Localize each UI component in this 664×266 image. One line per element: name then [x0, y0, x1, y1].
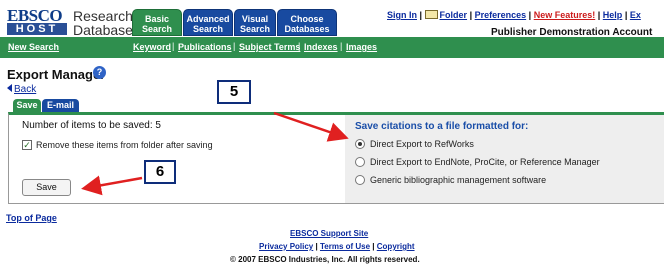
annotation-arrows — [81, 111, 349, 196]
copyright-text: © 2007 EBSCO Industries, Inc. All rights… — [230, 255, 420, 264]
support-site-link[interactable]: EBSCO Support Site — [290, 229, 368, 238]
arrow-to-refworks — [273, 111, 349, 142]
terms-of-use-link[interactable]: Terms of Use — [320, 242, 370, 251]
privacy-policy-link[interactable]: Privacy Policy — [259, 242, 313, 251]
arrow-to-save — [81, 175, 143, 196]
support-line: EBSCO Support Site — [290, 229, 368, 238]
copyright-link[interactable]: Copyright — [377, 242, 415, 251]
top-of-page-link[interactable]: Top of Page — [6, 213, 57, 223]
policy-line: Privacy Policy | Terms of Use | Copyrigh… — [259, 242, 415, 251]
